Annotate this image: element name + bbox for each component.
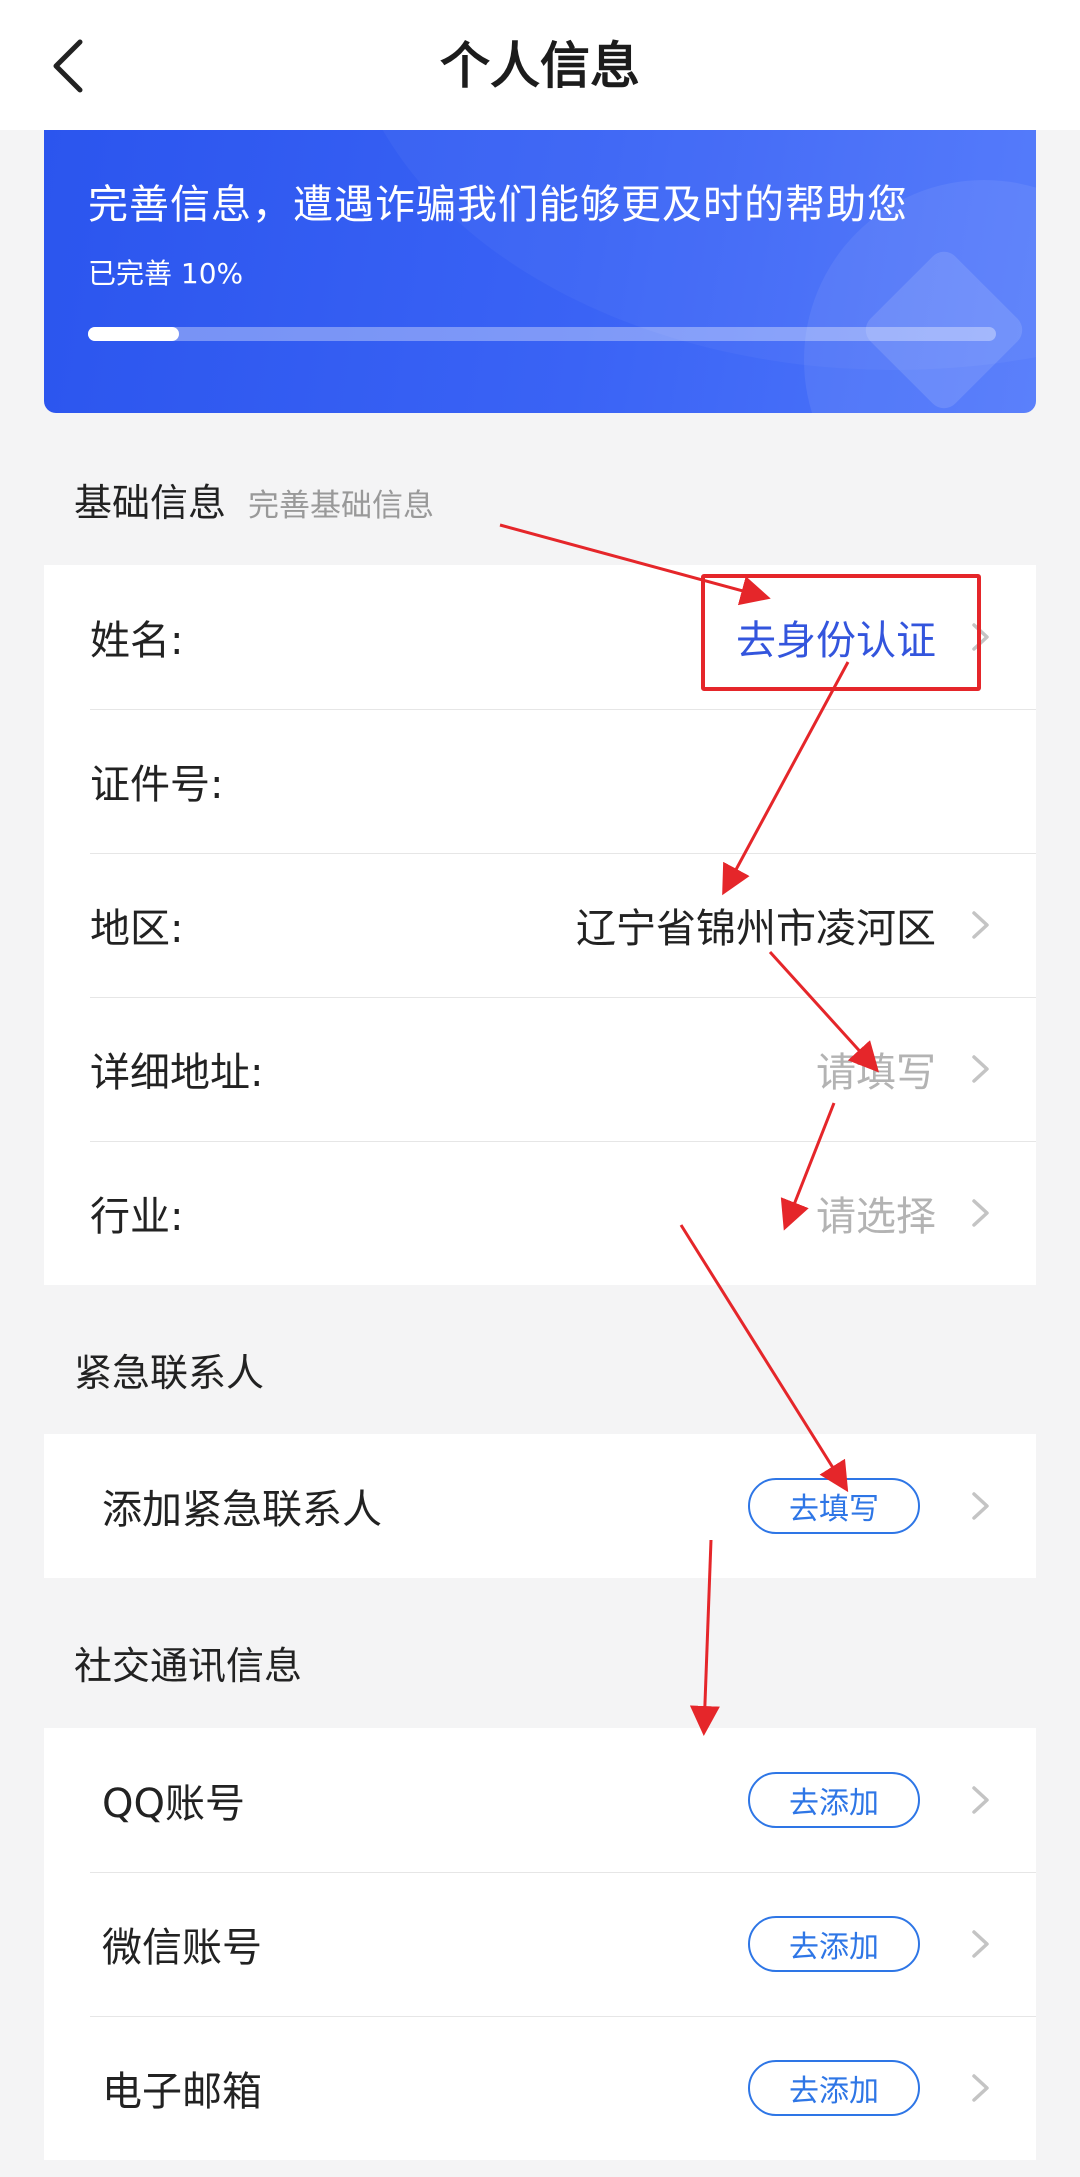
row-label: 证件号: <box>90 762 224 808</box>
row-label: 电子邮箱 <box>102 2069 262 2115</box>
progress-text: 已完善 10% <box>88 257 244 290</box>
progress-bar <box>88 327 996 341</box>
add-qq-button[interactable]: 去添加 <box>748 1772 920 1828</box>
chevron-right-icon <box>972 1055 989 1083</box>
social-info-card: QQ账号 去添加 微信账号 去添加 电子邮箱 去添加 <box>44 1728 1036 2160</box>
row-email[interactable]: 电子邮箱 去添加 <box>44 2016 1036 2160</box>
section-title: 基础信息 <box>74 481 227 525</box>
chevron-right-icon <box>972 1199 989 1227</box>
row-label: QQ账号 <box>102 1781 245 1827</box>
banner-headline: 完善信息，遭遇诈骗我们能够更及时的帮助您 <box>88 182 908 228</box>
navbar: 个人信息 <box>0 0 1080 130</box>
basic-info-card: 姓名: 去身份认证 证件号: 地区: 辽宁省锦州市凌河区 详细地址: 请填写 行… <box>44 565 1036 1285</box>
region-value: 辽宁省锦州市凌河区 <box>576 906 936 952</box>
chevron-right-icon <box>972 2074 989 2102</box>
row-wechat[interactable]: 微信账号 去添加 <box>44 1872 1036 2016</box>
row-label: 地区: <box>90 906 184 952</box>
chevron-right-icon <box>972 623 989 651</box>
row-label: 添加紧急联系人 <box>102 1487 382 1533</box>
section-subtitle: 完善基础信息 <box>248 488 435 524</box>
row-id-number[interactable]: 证件号: <box>44 709 1036 853</box>
row-add-emergency-contact[interactable]: 添加紧急联系人 去填写 <box>44 1434 1036 1578</box>
section-basic-info: 基础信息 完善基础信息 <box>74 472 434 527</box>
address-placeholder: 请填写 <box>816 1050 936 1096</box>
chevron-right-icon <box>972 1930 989 1958</box>
section-title: 紧急联系人 <box>74 1351 265 1395</box>
section-social-info: 社交通讯信息 <box>74 1635 302 1690</box>
row-industry[interactable]: 行业: 请选择 <box>44 1141 1036 1285</box>
industry-placeholder: 请选择 <box>816 1194 936 1240</box>
chevron-right-icon <box>972 1786 989 1814</box>
emergency-contact-card: 添加紧急联系人 去填写 <box>44 1434 1036 1578</box>
page-title: 个人信息 <box>440 37 640 95</box>
row-region[interactable]: 地区: 辽宁省锦州市凌河区 <box>44 853 1036 997</box>
row-label: 行业: <box>90 1194 184 1240</box>
identity-auth-link[interactable]: 去身份认证 <box>736 608 936 666</box>
add-email-button[interactable]: 去添加 <box>748 2060 920 2116</box>
row-label: 详细地址: <box>90 1050 264 1096</box>
row-address[interactable]: 详细地址: 请填写 <box>44 997 1036 1141</box>
completion-banner: 完善信息，遭遇诈骗我们能够更及时的帮助您 已完善 10% <box>44 130 1036 413</box>
chevron-right-icon <box>972 911 989 939</box>
row-qq[interactable]: QQ账号 去添加 <box>44 1728 1036 1872</box>
chevron-right-icon <box>972 1492 989 1520</box>
fill-in-button[interactable]: 去填写 <box>748 1478 920 1534</box>
row-label: 姓名: <box>90 618 184 664</box>
row-name[interactable]: 姓名: 去身份认证 <box>44 565 1036 709</box>
section-title: 社交通讯信息 <box>74 1644 303 1688</box>
progress-fill <box>88 327 179 341</box>
section-emergency-contact: 紧急联系人 <box>74 1342 264 1397</box>
row-label: 微信账号 <box>102 1925 262 1971</box>
add-wechat-button[interactable]: 去添加 <box>748 1916 920 1972</box>
